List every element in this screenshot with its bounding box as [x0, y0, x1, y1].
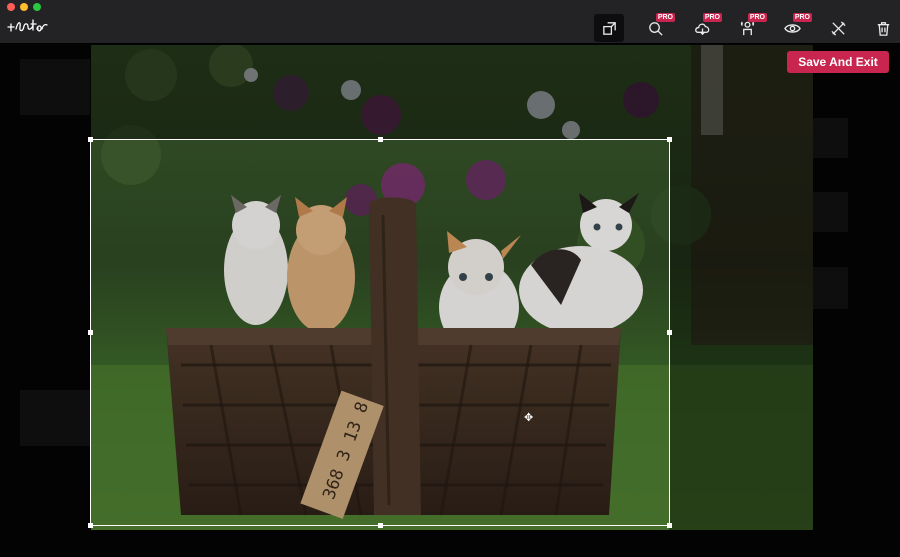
- pro-badge: PRO: [792, 13, 812, 22]
- tools-button[interactable]: [823, 14, 853, 42]
- crop-mask-top: [91, 45, 813, 139]
- crop-handle-left[interactable]: [88, 330, 93, 335]
- ai-person-tool-button[interactable]: PRO: [732, 13, 767, 42]
- magnifier-icon: [648, 21, 663, 36]
- minimize-window-button[interactable]: [20, 3, 28, 11]
- logo-mark: [7, 19, 48, 32]
- crop-selection-box[interactable]: [88, 137, 672, 528]
- trash-icon: [877, 21, 889, 36]
- thumbnail-ghost: [812, 192, 848, 232]
- cloud-icon: [694, 23, 709, 35]
- crop-handle-top-left[interactable]: [88, 137, 93, 142]
- crop-handle-bottom[interactable]: [378, 523, 383, 528]
- eye-icon: [783, 23, 801, 33]
- thumbnail-ghost: [812, 267, 848, 309]
- crop-handle-bottom-right[interactable]: [667, 523, 672, 528]
- magic-search-tool-button[interactable]: PRO: [640, 13, 675, 42]
- crop-icon: [602, 21, 616, 35]
- cloud-enhance-tool-button[interactable]: PRO: [687, 13, 722, 42]
- crop-handle-top-right[interactable]: [667, 137, 672, 142]
- crop-handle-bottom-left[interactable]: [88, 523, 93, 528]
- close-window-button[interactable]: [7, 3, 15, 11]
- wrench-ruler-icon: [830, 20, 846, 36]
- window-controls: [7, 3, 41, 11]
- app-logo: [6, 15, 48, 39]
- title-bar: PRO PRO PRO PRO: [0, 0, 900, 44]
- pro-badge: PRO: [747, 13, 767, 22]
- crop-handle-right[interactable]: [667, 330, 672, 335]
- delete-button[interactable]: [868, 14, 898, 42]
- preview-tool-button[interactable]: PRO: [777, 13, 812, 42]
- crop-mask-right: [669, 139, 813, 530]
- save-and-exit-button[interactable]: Save And Exit: [787, 51, 889, 73]
- thumbnail-ghost: [812, 118, 848, 158]
- move-cursor-icon: ✥: [524, 411, 534, 424]
- thumbnail-ghost: [20, 59, 90, 115]
- pro-badge: PRO: [702, 13, 722, 22]
- pro-badge: PRO: [655, 13, 675, 22]
- crop-tool-button[interactable]: [594, 14, 624, 42]
- person-icon: [740, 21, 754, 35]
- crop-handle-top[interactable]: [378, 137, 383, 142]
- thumbnail-ghost: [20, 390, 90, 446]
- maximize-window-button[interactable]: [33, 3, 41, 11]
